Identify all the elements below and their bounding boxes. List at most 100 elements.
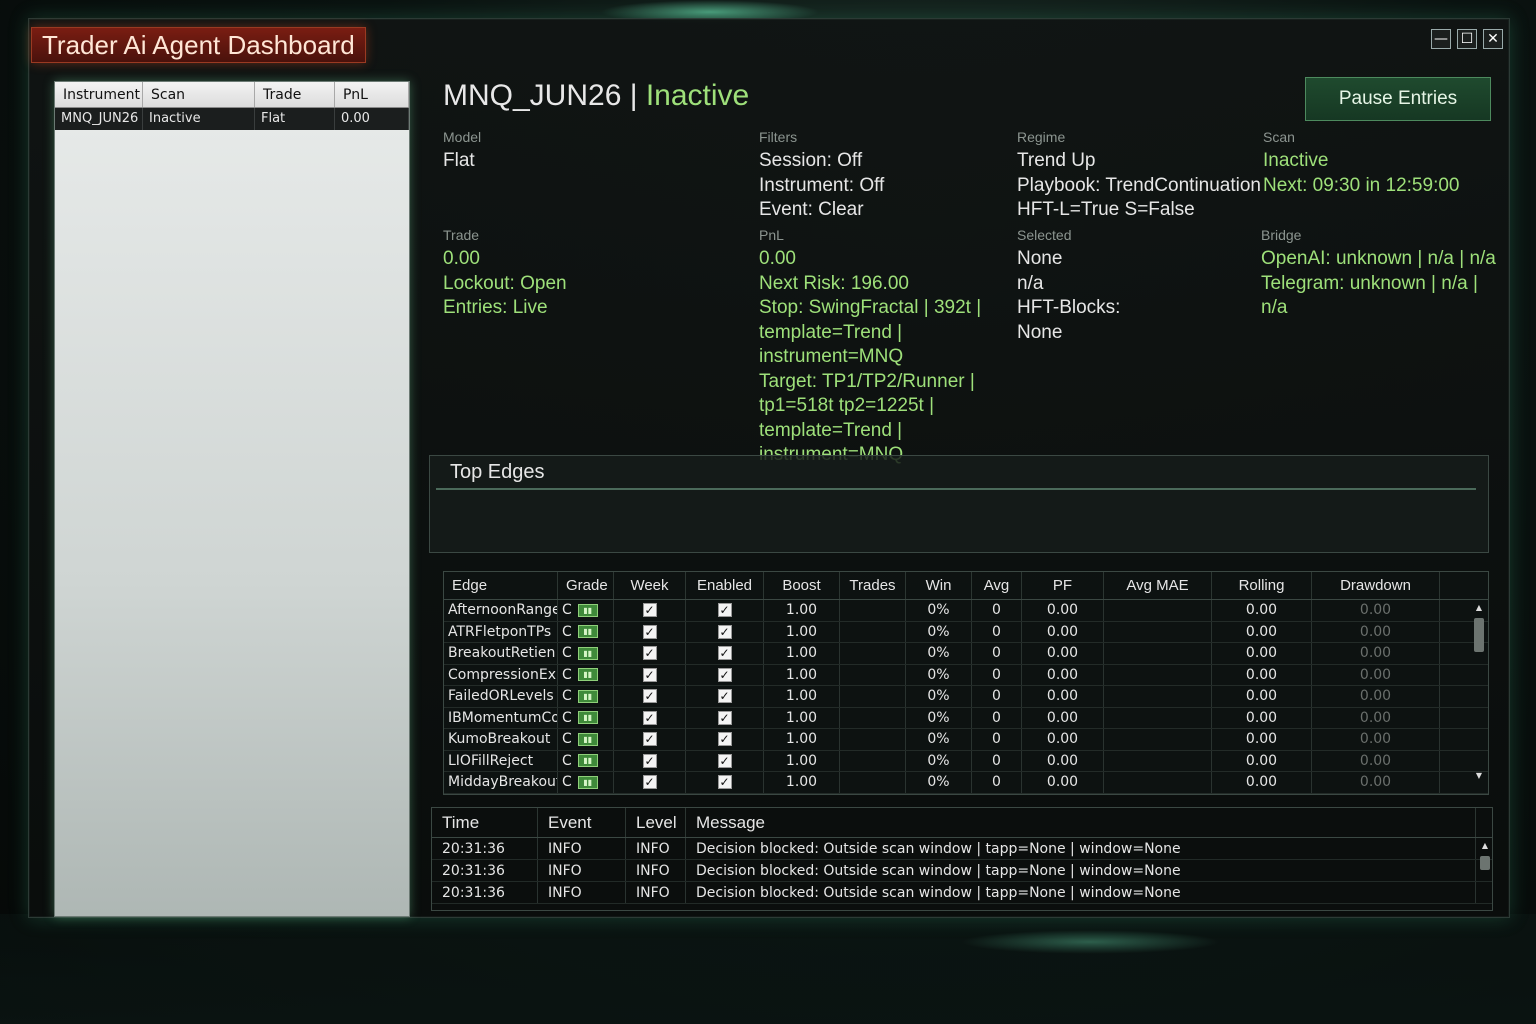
chart-icon[interactable]: ▮▮ (577, 775, 598, 789)
check-icon[interactable]: ✓ (717, 624, 732, 639)
enabled-checkbox[interactable]: ✓ (686, 686, 764, 707)
check-icon[interactable]: ✓ (717, 646, 732, 660)
check-icon[interactable]: ✓ (717, 603, 732, 617)
col-event[interactable]: Event (538, 808, 626, 837)
enabled-checkbox[interactable]: ✓ (686, 664, 764, 685)
scroll-up-icon[interactable]: ▲ (1478, 840, 1492, 852)
col-message[interactable]: Message (686, 808, 1476, 837)
log-scrollbar[interactable]: ▲ (1478, 840, 1490, 908)
check-icon[interactable]: ✓ (642, 753, 657, 768)
col-trades[interactable]: Trades (840, 572, 906, 599)
enabled-checkbox[interactable]: ✓ (686, 707, 764, 728)
week-checkbox[interactable]: ✓ (614, 750, 686, 771)
col-week[interactable]: Week (614, 572, 686, 599)
log-time: 20:31:36 (432, 882, 538, 903)
check-icon[interactable]: ✓ (642, 624, 657, 639)
edge-row[interactable]: AfternoonRange C ▮▮ ✓ ✓ 1.00 0% 0 0.00 0.00 0.00 (444, 600, 1488, 622)
minimize-icon[interactable]: — (1431, 29, 1451, 49)
week-checkbox[interactable]: ✓ (614, 772, 686, 793)
col-boost[interactable]: Boost (764, 572, 840, 599)
col-avg-mae[interactable]: Avg MAE (1104, 572, 1212, 599)
week-checkbox[interactable]: ✓ (614, 600, 686, 621)
log-row[interactable]: 20:31:36 INFO INFO Decision blocked: Out… (432, 860, 1492, 882)
check-icon[interactable]: ✓ (642, 667, 657, 682)
edge-row[interactable]: MiddayBreakoutORC▮▮✓✓1.000%00.000.000.00 (444, 772, 1488, 794)
check-icon[interactable]: ✓ (642, 689, 657, 703)
chart-icon[interactable]: ▮▮ (577, 711, 598, 724)
edge-row[interactable]: FailedORLevels C ▮▮ ✓ ✓ 1.00 0% 0 0.00 0.00 0.00 (444, 686, 1488, 708)
check-icon[interactable]: ✓ (717, 753, 732, 768)
scroll-down-icon[interactable]: ▼ (1472, 770, 1486, 782)
week-checkbox[interactable]: ✓ (614, 686, 686, 707)
edge-row[interactable]: BreakoutRetien C ▮▮ ✓ ✓ 1.00 0% 0 0.00 0.00 0.00 (444, 643, 1488, 665)
scroll-thumb[interactable] (1474, 618, 1484, 652)
col-enabled[interactable]: Enabled (686, 572, 764, 599)
selected-na: n/a (1017, 272, 1044, 294)
scroll-thumb[interactable] (1480, 856, 1490, 870)
chart-icon[interactable]: ▮▮ (577, 668, 598, 681)
col-avg[interactable]: Avg (972, 572, 1022, 599)
chart-icon[interactable]: ▮▮ (577, 732, 598, 746)
col-time[interactable]: Time (432, 808, 538, 837)
log-row[interactable]: 20:31:36 INFO INFO Decision blocked: Out… (432, 882, 1492, 904)
week-checkbox[interactable]: ✓ (614, 664, 686, 685)
chart-icon[interactable]: ▮▮ (577, 625, 598, 638)
edges-scrollbar[interactable]: ▲ ▼ (1472, 602, 1486, 792)
col-drawdown[interactable]: Drawdown (1312, 572, 1440, 599)
enabled-checkbox[interactable]: ✓ (686, 600, 764, 621)
col-win[interactable]: Win (906, 572, 972, 599)
week-checkbox[interactable]: ✓ (614, 643, 686, 664)
maximize-icon[interactable]: ☐ (1457, 29, 1477, 49)
check-icon[interactable]: ✓ (717, 667, 732, 682)
stop-target-line: Stop: SwingFractal | 392t | (759, 297, 982, 318)
chart-icon[interactable]: ▮▮ (577, 603, 598, 617)
chart-icon[interactable]: ▮▮ (577, 754, 598, 767)
log-row[interactable]: 20:31:36 INFO INFO Decision blocked: Out… (432, 838, 1492, 860)
col-scan[interactable]: Scan (143, 82, 255, 107)
enabled-checkbox[interactable]: ✓ (686, 750, 764, 771)
col-edge[interactable]: Edge (444, 572, 558, 599)
enabled-checkbox[interactable]: ✓ (686, 772, 764, 793)
check-icon[interactable]: ✓ (717, 689, 732, 703)
edge-pf: 0.00 (1022, 621, 1104, 642)
check-icon[interactable]: ✓ (642, 732, 657, 746)
week-checkbox[interactable]: ✓ (614, 729, 686, 750)
chart-icon[interactable]: ▮▮ (577, 689, 598, 703)
enabled-checkbox[interactable]: ✓ (686, 729, 764, 750)
edge-avg-mae (1104, 621, 1212, 642)
check-icon[interactable]: ✓ (717, 710, 732, 725)
check-icon[interactable]: ✓ (642, 646, 657, 660)
week-checkbox[interactable]: ✓ (614, 621, 686, 642)
window-title: Trader Ai Agent Dashboard (31, 27, 366, 63)
week-checkbox[interactable]: ✓ (614, 707, 686, 728)
col-instrument[interactable]: Instrument (55, 82, 143, 107)
edge-pf: 0.00 (1022, 750, 1104, 771)
edge-row[interactable]: ATRFletponTPs C ▮▮ ✓ ✓ 1.00 0% 0 0.00 0.00 0.00 (444, 621, 1488, 643)
enabled-checkbox[interactable]: ✓ (686, 643, 764, 664)
instrument-row[interactable]: MNQ_JUN26 Inactive Flat 0.00 (55, 108, 409, 130)
col-rolling[interactable]: Rolling (1212, 572, 1312, 599)
col-level[interactable]: Level (626, 808, 686, 837)
check-icon[interactable]: ✓ (717, 775, 732, 789)
check-icon[interactable]: ✓ (642, 710, 657, 725)
col-pf[interactable]: PF (1022, 572, 1104, 599)
col-grade[interactable]: Grade (558, 572, 614, 599)
scroll-up-icon[interactable]: ▲ (1472, 602, 1486, 614)
chart-icon[interactable]: ▮▮ (577, 646, 598, 660)
check-icon[interactable]: ✓ (642, 775, 657, 789)
col-pnl[interactable]: PnL (335, 82, 409, 107)
col-trade[interactable]: Trade (255, 82, 335, 107)
edge-grade: C ▮▮ (558, 772, 614, 793)
regime-label: Regime (1017, 129, 1066, 145)
enabled-checkbox[interactable]: ✓ (686, 621, 764, 642)
edge-row[interactable]: IBMomentumCon C ▮▮ ✓ ✓ 1.00 0% 0 0.00 0.00 0.00 (444, 707, 1488, 729)
edge-row[interactable]: CompressionExparC▮▮✓✓1.000%00.000.000.00 (444, 664, 1488, 686)
edge-row[interactable]: KumoBreakout C ▮▮ ✓ ✓ 1.00 0% 0 0.00 0.00 0.00 (444, 729, 1488, 751)
edge-row[interactable]: LIOFillReject C ▮▮ ✓ ✓ 1.00 0% 0 0.00 0.00 0.00 (444, 750, 1488, 772)
edge-avg-mae (1104, 707, 1212, 728)
check-icon[interactable]: ✓ (642, 603, 657, 617)
check-icon[interactable]: ✓ (717, 732, 732, 746)
close-icon[interactable]: ✕ (1483, 29, 1503, 49)
edges-table-header: Edge Grade Week Enabled Boost Trades Win… (444, 572, 1488, 600)
pause-entries-button[interactable]: Pause Entries (1305, 77, 1491, 121)
